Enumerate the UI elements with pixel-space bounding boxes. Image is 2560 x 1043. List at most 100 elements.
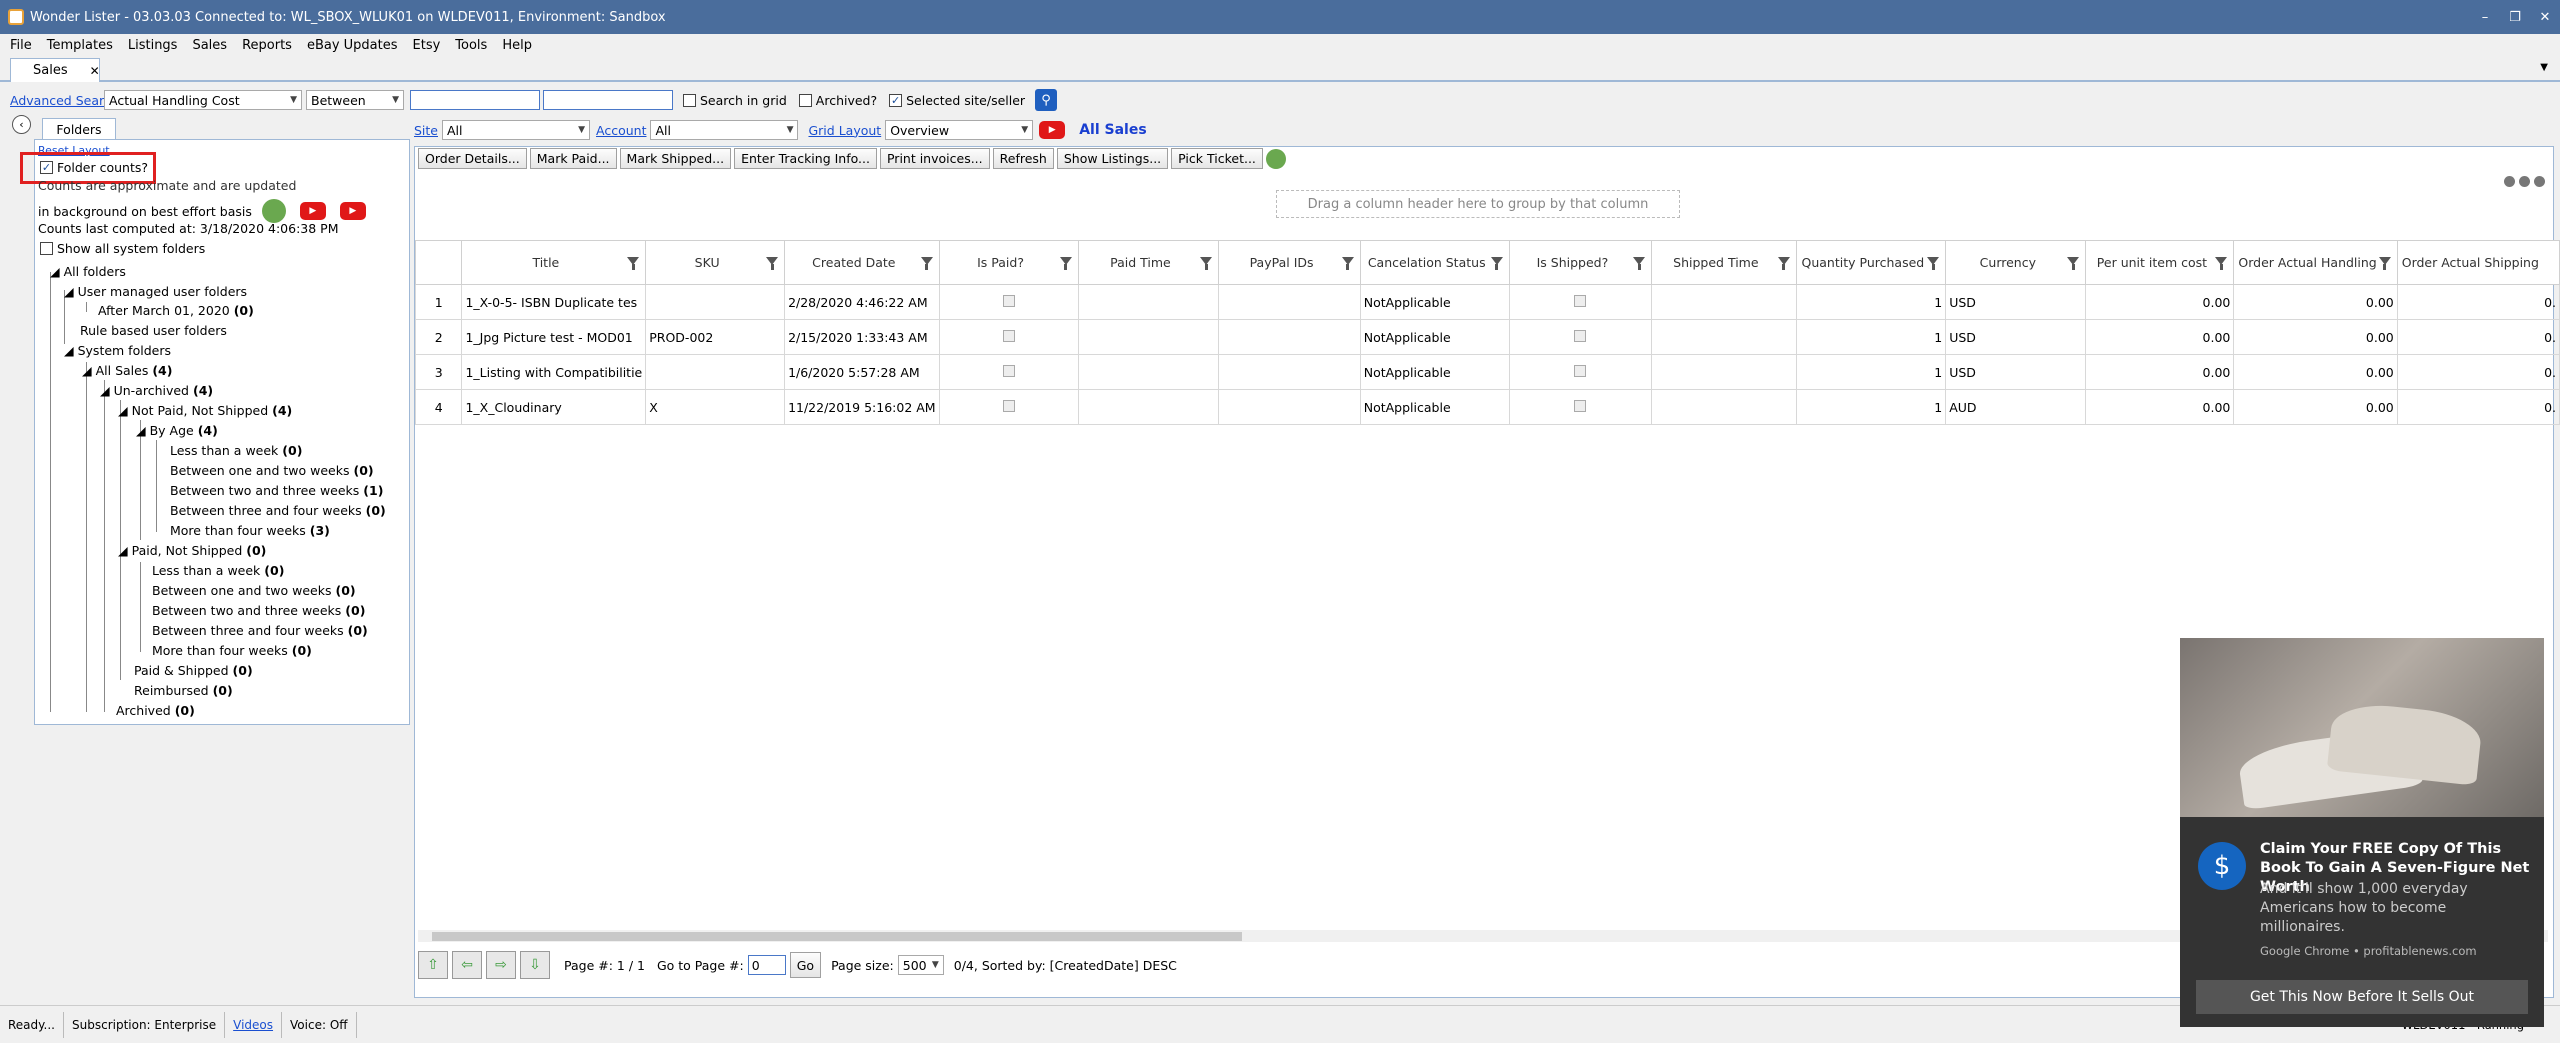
refresh-button[interactable]: Refresh: [992, 148, 1054, 169]
tree-item-np-two-three-weeks[interactable]: Between two and three weeks (1): [170, 483, 383, 498]
tree-item-reimbursed[interactable]: Reimbursed (0): [134, 683, 233, 698]
horizontal-scrollbar-thumb[interactable]: [432, 932, 1242, 941]
next-page-button[interactable]: ⇨: [486, 951, 516, 979]
table-row[interactable]: 4 1_X_Cloudinary X 11/22/2019 5:16:02 AM…: [414, 389, 2560, 425]
go-button[interactable]: Go: [789, 952, 822, 978]
notification-cta-button[interactable]: Get This Now Before It Sells Out: [2196, 980, 2528, 1014]
tree-item-rule-based[interactable]: Rule based user folders: [80, 323, 227, 338]
column-header-shipped-time[interactable]: Shipped Time: [1651, 240, 1797, 285]
grid-options-icon[interactable]: [2504, 176, 2545, 187]
advanced-search-link[interactable]: Advanced Search: [10, 93, 119, 108]
close-icon[interactable]: ✕: [2530, 10, 2560, 25]
tree-item-np-less-than-week[interactable]: Less than a week (0): [170, 443, 302, 458]
archived-checkbox[interactable]: [798, 93, 812, 107]
group-by-drop-zone[interactable]: Drag a column header here to group by th…: [1276, 190, 1680, 218]
tree-item-archived[interactable]: Archived (0): [116, 703, 195, 718]
column-header-paypal-ids[interactable]: PayPal IDs: [1218, 240, 1361, 285]
column-header-currency[interactable]: Currency: [1945, 240, 2087, 285]
menu-templates[interactable]: Templates: [47, 38, 113, 53]
money-tree-icon[interactable]: [1265, 148, 1286, 169]
tree-item-p-less-than-week[interactable]: Less than a week (0): [152, 563, 284, 578]
youtube-icon[interactable]: ▶: [339, 202, 366, 220]
collapse-panel-button[interactable]: ‹: [12, 115, 31, 134]
page-size-select[interactable]: 500 ▼: [897, 955, 944, 975]
enter-tracking-button[interactable]: Enter Tracking Info...: [734, 148, 877, 169]
mark-shipped-button[interactable]: Mark Shipped...: [619, 148, 732, 169]
column-header-created-date[interactable]: Created Date: [784, 240, 940, 285]
pick-ticket-button[interactable]: Pick Ticket...: [1171, 148, 1263, 169]
last-page-button[interactable]: ⇩: [520, 951, 550, 979]
menu-help[interactable]: Help: [502, 38, 532, 53]
tab-close-icon[interactable]: ✕: [90, 64, 100, 78]
tree-item-np-more-than-four[interactable]: More than four weeks (3): [170, 523, 330, 538]
tree-item-not-paid-not-shipped[interactable]: ◢ Not Paid, Not Shipped (4): [118, 403, 292, 418]
tree-item-after-march[interactable]: After March 01, 2020 (0): [98, 303, 254, 318]
column-header-per-unit-item-cost[interactable]: Per unit item cost: [2085, 240, 2235, 285]
chrome-notification-popup[interactable]: $ Claim Your FREE Copy Of This Book To G…: [2180, 638, 2544, 1027]
column-header-cancelation-status[interactable]: Cancelation Status: [1359, 240, 1510, 285]
youtube-icon[interactable]: ▶: [299, 202, 326, 220]
youtube-icon[interactable]: ▶: [1039, 121, 1066, 139]
column-header-is-shipped[interactable]: Is Shipped?: [1508, 240, 1653, 285]
tree-item-p-two-three-weeks[interactable]: Between two and three weeks (0): [152, 603, 365, 618]
restore-icon[interactable]: ❐: [2500, 10, 2530, 25]
grid-layout-link[interactable]: Grid Layout: [808, 123, 881, 138]
search-field-select[interactable]: Actual Handling Cost ▼: [104, 90, 302, 110]
money-tree-icon[interactable]: [261, 199, 286, 223]
tab-folders[interactable]: Folders: [42, 118, 116, 139]
tree-item-all-folders[interactable]: ◢ All folders: [50, 264, 126, 279]
tree-item-system-folders[interactable]: ◢ System folders: [64, 343, 171, 358]
column-header-quantity-purchased[interactable]: Quantity Purchased: [1795, 240, 1947, 285]
print-invoices-button[interactable]: Print invoices...: [879, 148, 990, 169]
order-details-button[interactable]: Order Details...: [418, 148, 527, 169]
status-videos[interactable]: Videos: [225, 1011, 283, 1038]
column-header-sku[interactable]: SKU: [645, 240, 786, 285]
tree-item-p-one-two-weeks[interactable]: Between one and two weeks (0): [152, 583, 356, 598]
column-header-is-paid[interactable]: Is Paid?: [938, 240, 1079, 285]
table-row[interactable]: 1 1_X-0-5- ISBN Duplicate tes 2/28/2020 …: [414, 284, 2560, 320]
tree-item-paid-shipped[interactable]: Paid & Shipped (0): [134, 663, 253, 678]
search-operator-select[interactable]: Between ▼: [306, 90, 404, 110]
previous-page-button[interactable]: ⇦: [452, 951, 482, 979]
site-link[interactable]: Site: [414, 123, 438, 138]
table-row[interactable]: 3 1_Listing with Compatibilitie 1/6/2020…: [414, 354, 2560, 390]
goto-page-input[interactable]: 0: [747, 955, 786, 975]
tab-sales[interactable]: Sales ✕: [10, 58, 100, 82]
account-link[interactable]: Account: [596, 123, 646, 138]
mark-paid-button[interactable]: Mark Paid...: [529, 148, 617, 169]
column-header-order-actual-shipping[interactable]: Order Actual Shipping: [2396, 240, 2560, 285]
tree-item-user-managed[interactable]: ◢ User managed user folders: [64, 284, 247, 299]
menu-sales[interactable]: Sales: [192, 38, 227, 53]
menu-reports[interactable]: Reports: [242, 38, 292, 53]
tree-item-all-sales[interactable]: ◢ All Sales (4): [82, 363, 172, 378]
menu-listings[interactable]: Listings: [128, 38, 178, 53]
column-header-order-actual-handling[interactable]: Order Actual Handling: [2233, 240, 2398, 285]
minimize-icon[interactable]: –: [2470, 10, 2500, 25]
table-row[interactable]: 2 1_Jpg Picture test - MOD01 PROD-002 2/…: [414, 319, 2560, 355]
tree-item-np-one-two-weeks[interactable]: Between one and two weeks (0): [170, 463, 374, 478]
site-select[interactable]: All ▼: [442, 120, 590, 140]
tab-menu-chevron-down-icon[interactable]: ▼: [2540, 62, 2548, 73]
tree-item-unarchived[interactable]: ◢ Un-archived (4): [100, 383, 213, 398]
account-select[interactable]: All ▼: [650, 120, 799, 140]
menu-etsy[interactable]: Etsy: [413, 38, 441, 53]
tree-item-p-three-four-weeks[interactable]: Between three and four weeks (0): [152, 623, 368, 638]
tree-item-paid-not-shipped[interactable]: ◢ Paid, Not Shipped (0): [118, 543, 266, 558]
search-value-to-input[interactable]: [543, 90, 673, 110]
search-in-grid-checkbox[interactable]: [683, 93, 696, 107]
tree-item-by-age[interactable]: ◢ By Age (4): [136, 423, 218, 438]
search-button[interactable]: ⚲: [1035, 89, 1058, 111]
tree-item-np-three-four-weeks[interactable]: Between three and four weeks (0): [170, 503, 386, 518]
column-header-paid-time[interactable]: Paid Time: [1077, 240, 1220, 285]
column-header-title[interactable]: Title: [461, 240, 647, 285]
selected-site-checkbox[interactable]: ✓: [889, 93, 903, 107]
menu-ebay-updates[interactable]: eBay Updates: [307, 38, 398, 53]
search-value-from-input[interactable]: [410, 90, 540, 110]
menu-file[interactable]: File: [10, 38, 32, 53]
tree-item-p-more-than-four[interactable]: More than four weeks (0): [152, 643, 312, 658]
show-listings-button[interactable]: Show Listings...: [1056, 148, 1169, 169]
show-system-folders-checkbox[interactable]: [40, 242, 53, 255]
menu-tools[interactable]: Tools: [455, 38, 487, 53]
grid-layout-select[interactable]: Overview ▼: [885, 120, 1034, 140]
first-page-button[interactable]: ⇧: [418, 951, 448, 979]
